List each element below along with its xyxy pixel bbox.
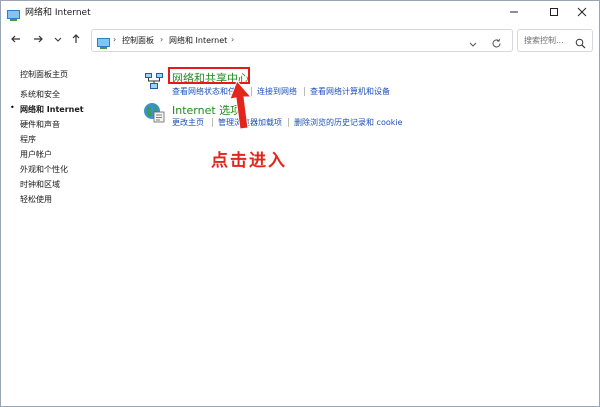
network-sharing-icon[interactable] bbox=[144, 71, 164, 95]
control-panel-window: 网络和 Internet › 控制面板 › 网络和 Internet › 搜索控… bbox=[0, 0, 600, 407]
breadcrumb-separator: › bbox=[231, 35, 235, 44]
sidebar-item-network-internet: 网络和 Internet bbox=[20, 105, 84, 114]
sidebar-item-appearance[interactable]: 外观和个性化 bbox=[20, 164, 68, 175]
control-panel-app-icon bbox=[7, 6, 20, 21]
breadcrumb-separator: › bbox=[113, 35, 117, 44]
delete-browsing-history-link[interactable]: 删除浏览的历史记录和 cookie bbox=[294, 117, 403, 128]
address-bar[interactable]: › 控制面板 › 网络和 Internet › bbox=[91, 29, 513, 52]
control-panel-location-icon bbox=[97, 34, 110, 53]
window-title: 网络和 Internet bbox=[25, 8, 91, 18]
sidebar-item-user-accounts[interactable]: 用户帐户 bbox=[20, 149, 52, 160]
annotation-text: 点击进入 bbox=[211, 151, 287, 171]
maximize-icon bbox=[550, 8, 558, 16]
change-homepage-link[interactable]: 更改主页 bbox=[172, 117, 204, 128]
search-box[interactable]: 搜索控制... bbox=[517, 29, 593, 52]
sidebar-item-control-panel-home[interactable]: 控制面板主页 bbox=[20, 69, 68, 80]
up-arrow-icon bbox=[72, 34, 80, 43]
back-button[interactable] bbox=[8, 30, 24, 48]
close-button[interactable] bbox=[565, 1, 599, 23]
sidebar-item-system-security[interactable]: 系统和安全 bbox=[20, 89, 60, 100]
link-divider bbox=[304, 87, 305, 96]
active-bullet-icon: • bbox=[10, 103, 15, 112]
search-icon[interactable] bbox=[575, 34, 586, 53]
minimize-button[interactable] bbox=[497, 1, 531, 23]
search-placeholder: 搜索控制... bbox=[524, 36, 564, 45]
minimize-icon bbox=[510, 11, 518, 13]
view-network-computers-link[interactable]: 查看网络计算机和设备 bbox=[310, 86, 390, 97]
recent-locations-button[interactable] bbox=[50, 30, 66, 48]
address-dropdown-button[interactable] bbox=[468, 34, 478, 53]
close-icon bbox=[577, 7, 587, 17]
refresh-icon bbox=[492, 38, 501, 48]
sidebar-item-programs[interactable]: 程序 bbox=[20, 134, 36, 145]
forward-button[interactable] bbox=[30, 30, 46, 48]
breadcrumb-control-panel[interactable]: 控制面板 bbox=[122, 35, 154, 46]
breadcrumb-separator: › bbox=[160, 35, 164, 44]
chevron-down-icon bbox=[469, 42, 477, 47]
breadcrumb-network-internet[interactable]: 网络和 Internet bbox=[169, 35, 227, 46]
sidebar-item-clock-region[interactable]: 时钟和区域 bbox=[20, 179, 60, 190]
sidebar-item-hardware-sound[interactable]: 硬件和声音 bbox=[20, 119, 60, 130]
annotation-arrow-icon bbox=[229, 79, 259, 135]
sidebar-item-ease-of-access[interactable]: 轻松使用 bbox=[20, 194, 52, 205]
chevron-down-icon bbox=[54, 37, 62, 42]
title-bar: 网络和 Internet bbox=[1, 1, 599, 23]
navigation-bar: › 控制面板 › 网络和 Internet › 搜索控制... bbox=[1, 23, 599, 57]
link-divider bbox=[288, 118, 289, 127]
internet-options-icon[interactable] bbox=[143, 101, 165, 127]
forward-arrow-icon bbox=[34, 35, 43, 43]
refresh-button[interactable] bbox=[491, 34, 502, 53]
link-divider bbox=[212, 118, 213, 127]
connect-to-network-link[interactable]: 连接到网络 bbox=[257, 86, 297, 97]
up-button[interactable] bbox=[68, 30, 84, 48]
back-arrow-icon bbox=[11, 35, 20, 43]
